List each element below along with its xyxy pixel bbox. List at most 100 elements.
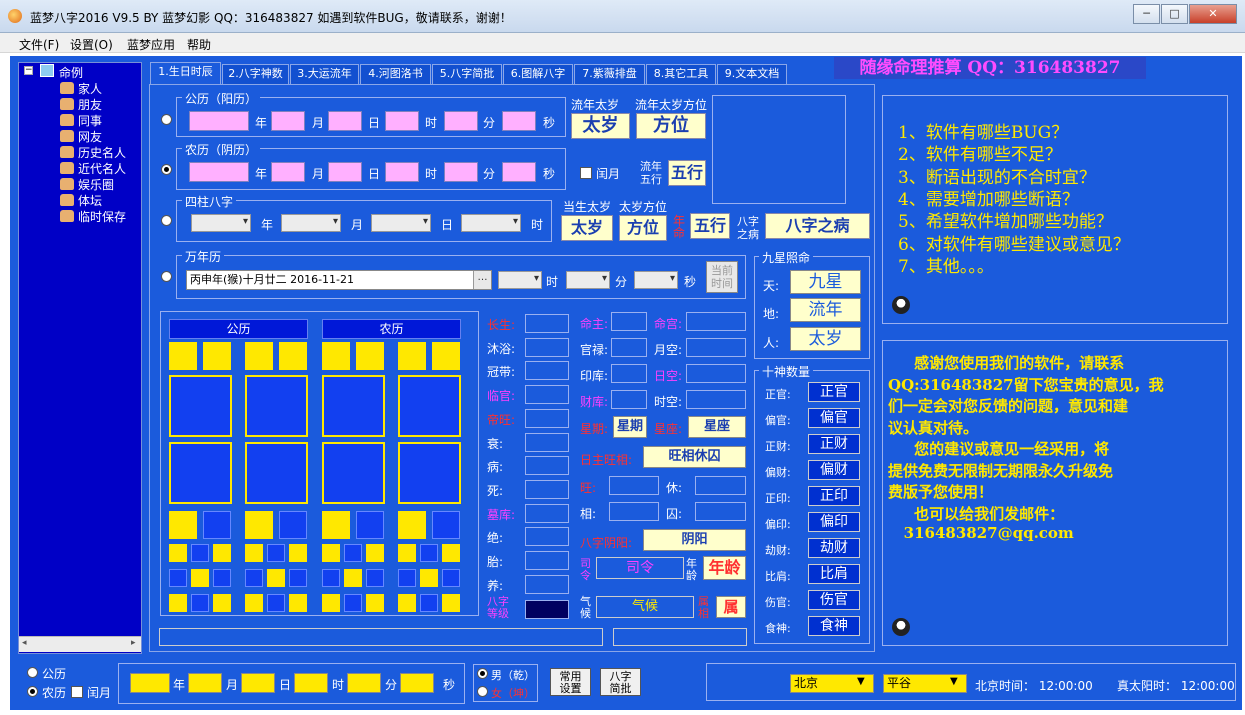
nongli-second-input[interactable] <box>502 162 536 182</box>
current-time-button[interactable]: 当前 时间 <box>706 261 738 293</box>
bottom-year-input[interactable] <box>130 673 170 693</box>
tree-item[interactable]: 朋友 <box>78 96 102 113</box>
pillar-small-cell <box>344 544 362 562</box>
bottom-day-input[interactable] <box>241 673 275 693</box>
bottom-gongli-radio[interactable] <box>27 667 38 678</box>
month-pillar-select[interactable] <box>281 214 341 232</box>
gongli-minute-input[interactable] <box>444 111 478 131</box>
bottom-hour-input[interactable] <box>294 673 328 693</box>
nianming-wuxing-button[interactable]: 五行 <box>690 213 730 239</box>
nongli-hour-input[interactable] <box>385 162 419 182</box>
collapse-icon[interactable]: − <box>24 66 33 75</box>
liunian-wuxing-button[interactable]: 五行 <box>668 160 706 186</box>
beijing-time: 北京时间： 12:00:00 <box>975 679 1093 693</box>
tab-text-doc[interactable]: 9.文本文档 <box>717 64 787 84</box>
jiuxing-ren-value: 太岁 <box>790 327 861 351</box>
menu-help[interactable]: 帮助 <box>187 36 211 53</box>
tree-item[interactable]: 娱乐圈 <box>78 176 114 193</box>
taisui-direction-button[interactable]: 方位 <box>619 215 667 241</box>
gongli-day-input[interactable] <box>328 111 362 131</box>
person-icon <box>60 98 74 110</box>
gongli-second-input[interactable] <box>502 111 536 131</box>
calendar-date-picker[interactable]: 丙申年(猴)十月廿二 2016-11-21 <box>186 270 492 290</box>
tab-tools[interactable]: 8.其它工具 <box>646 64 716 84</box>
qq-icon[interactable] <box>892 296 910 314</box>
tree-item[interactable]: 体坛 <box>78 192 102 209</box>
bottom-minute-input[interactable] <box>347 673 381 693</box>
common-settings-button[interactable]: 常用 设置 <box>550 668 591 696</box>
pillar-cell <box>398 511 426 539</box>
tab-ziwei[interactable]: 7.紫薇排盘 <box>574 64 645 84</box>
pillar-stem-cell <box>322 342 350 370</box>
tab-birth-time[interactable]: 1.生日时辰 <box>150 62 221 85</box>
female-radio[interactable] <box>477 686 488 697</box>
shishen-value: 正印 <box>808 486 860 506</box>
menu-file[interactable]: 文件(F) <box>19 36 59 53</box>
bottom-nongli-radio[interactable] <box>27 686 38 697</box>
bottom-leap-checkbox[interactable] <box>71 686 83 698</box>
chevron-down-icon[interactable]: ▼ <box>950 676 958 687</box>
chevron-down-icon[interactable]: ▼ <box>857 676 865 687</box>
tree-item[interactable]: 近代名人 <box>78 160 126 177</box>
minimize-button[interactable]: ─ <box>1133 4 1160 24</box>
tab-jianpi[interactable]: 5.八字简批 <box>432 64 502 84</box>
tree-root[interactable]: 命例 <box>59 64 83 81</box>
scroll-left-icon[interactable]: ◂ <box>22 638 27 648</box>
leap-month-checkbox[interactable] <box>580 167 592 179</box>
tree-item[interactable]: 网友 <box>78 128 102 145</box>
sizhu-radio[interactable] <box>161 215 172 226</box>
wannian-radio[interactable] <box>161 271 172 282</box>
hour-pillar-select[interactable] <box>461 214 521 232</box>
liunian-dir-label: 流年太岁方位 <box>635 98 708 112</box>
tab-hetu[interactable]: 4.河图洛书 <box>360 64 431 84</box>
wannian-second-select[interactable] <box>634 271 678 289</box>
promo-banner: 随缘命理推算 QQ：316483827 <box>834 57 1146 79</box>
bazi-dengji-field <box>525 600 569 619</box>
year-pillar-select[interactable] <box>191 214 251 232</box>
thanks-line: QQ:316483827留下您宝贵的意见，我 <box>888 375 1164 394</box>
gongli-year-input[interactable] <box>189 111 249 131</box>
tree-item[interactable]: 历史名人 <box>78 144 126 161</box>
bazi-dengji-label: 八字 等级 <box>487 595 509 620</box>
dangsheng-taisui-button[interactable]: 太岁 <box>561 215 613 241</box>
bazi-bing-button[interactable]: 八字之病 <box>765 213 870 239</box>
day-pillar-select[interactable] <box>371 214 431 232</box>
nongli-year-input[interactable] <box>189 162 249 182</box>
nongli-month-input[interactable] <box>271 162 305 182</box>
wannian-minute-select[interactable] <box>566 271 610 289</box>
nongli-day-input[interactable] <box>328 162 362 182</box>
wannian-hour-select[interactable] <box>498 271 542 289</box>
pillar-small-cell <box>169 594 187 612</box>
changsheng-field <box>525 408 569 428</box>
maximize-button[interactable]: □ <box>1161 4 1188 24</box>
tree-hscrollbar[interactable] <box>19 636 141 652</box>
bazi-jianpi-button[interactable]: 八字 简批 <box>600 668 641 696</box>
close-button[interactable]: ✕ <box>1189 4 1237 24</box>
menu-settings[interactable]: 设置(O) <box>70 36 113 53</box>
bottom-second-input[interactable] <box>400 673 434 693</box>
tree-item[interactable]: 家人 <box>78 80 102 97</box>
thanks-line: 们一定会对您反馈的问题，意见和建 <box>888 397 1129 415</box>
liunian-direction-button[interactable]: 方位 <box>636 113 706 139</box>
gongli-hour-input[interactable] <box>385 111 419 131</box>
tree-item[interactable]: 同事 <box>78 112 102 129</box>
menu-apps[interactable]: 蓝梦应用 <box>127 36 175 53</box>
minggong-label: 命宫: <box>654 317 683 331</box>
tab-tujie[interactable]: 6.图解八字 <box>503 64 573 84</box>
liunian-taisui-button[interactable]: 太岁 <box>571 113 630 139</box>
tab-bazi-shenshu[interactable]: 2.八字神数 <box>222 64 289 84</box>
gongli-month-input[interactable] <box>271 111 305 131</box>
gongli-radio[interactable] <box>161 114 172 125</box>
bottom-month-input[interactable] <box>188 673 222 693</box>
tree-item[interactable]: 临时保存 <box>78 208 126 225</box>
shishen-label: 正官: <box>765 388 791 401</box>
nongli-radio[interactable] <box>161 164 172 175</box>
ellipsis-icon[interactable]: … <box>473 271 491 289</box>
pillar-small-cell <box>169 569 187 587</box>
pillar-cell <box>356 511 384 539</box>
male-radio[interactable] <box>477 668 488 679</box>
nongli-minute-input[interactable] <box>444 162 478 182</box>
scroll-right-icon[interactable]: ▸ <box>131 638 136 648</box>
tab-dayun[interactable]: 3.大运流年 <box>290 64 359 84</box>
qq-icon[interactable] <box>892 618 910 636</box>
